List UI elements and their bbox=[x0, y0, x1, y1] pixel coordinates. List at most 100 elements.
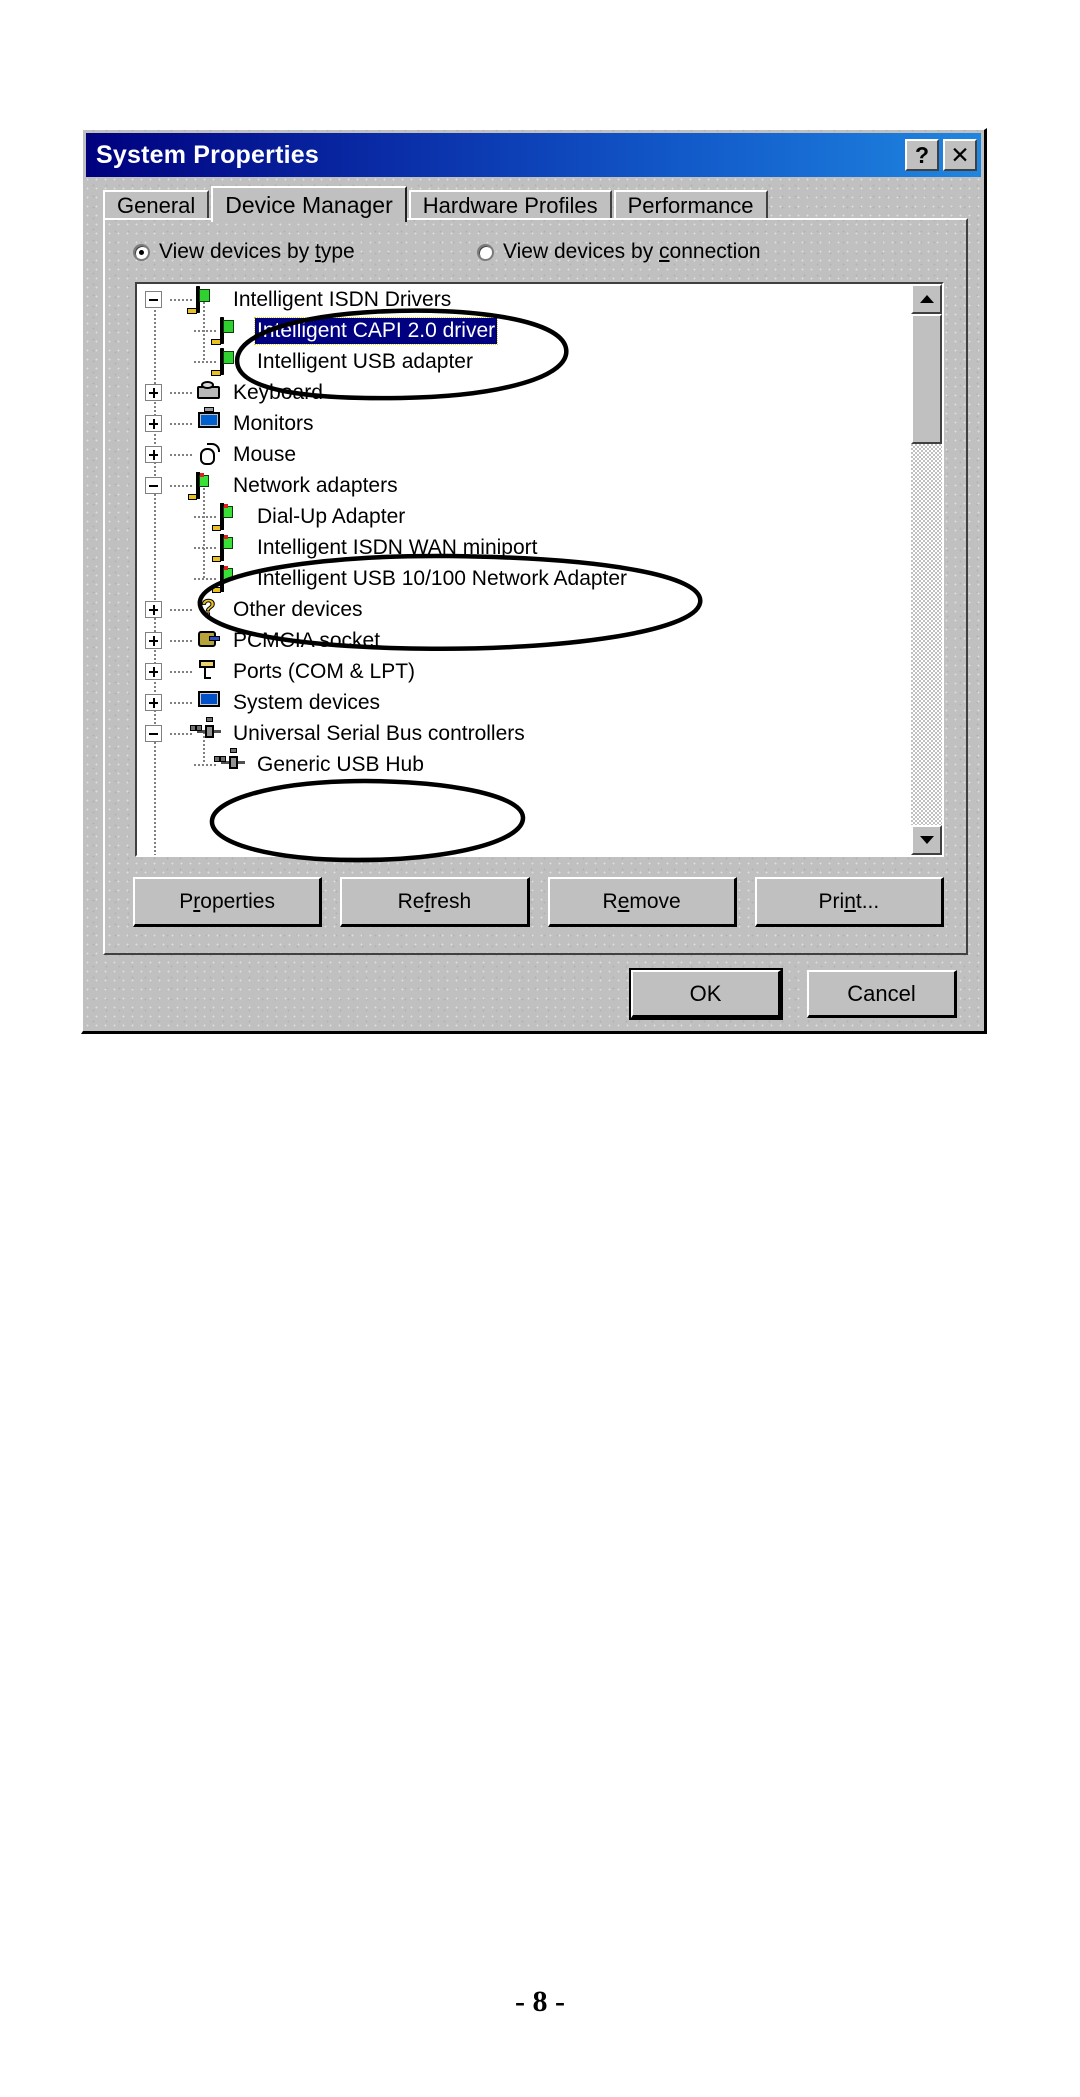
tree-node-dial-up-adapter[interactable]: Dial-Up Adapter bbox=[137, 501, 911, 532]
tree-connector bbox=[170, 484, 192, 487]
network-card-icon bbox=[220, 565, 246, 592]
usb-icon bbox=[214, 748, 246, 776]
tree-node-label: Intelligent ISDN Drivers bbox=[233, 287, 452, 311]
vertical-scrollbar[interactable] bbox=[911, 284, 942, 855]
help-button[interactable]: ? bbox=[905, 139, 939, 171]
close-button[interactable]: ✕ bbox=[943, 139, 977, 171]
view-mode-radio-group: View devices by type View devices by con… bbox=[133, 240, 952, 274]
tree-node-generic-usb-hub[interactable]: Generic USB Hub bbox=[137, 748, 911, 780]
expander-expand-icon[interactable] bbox=[145, 694, 162, 711]
tree-connector bbox=[170, 670, 192, 673]
device-tree[interactable]: Intelligent ISDN Drivers Intelligent CAP… bbox=[135, 282, 944, 857]
remove-button[interactable]: Re move bbox=[547, 877, 737, 927]
tree-connector bbox=[194, 515, 216, 518]
expander-expand-icon[interactable] bbox=[145, 384, 162, 401]
tree-node-label: Intelligent USB adapter bbox=[257, 349, 473, 373]
expander-expand-icon[interactable] bbox=[145, 601, 162, 618]
dialog-footer: OK Cancel bbox=[86, 964, 981, 1026]
usb-icon bbox=[190, 717, 222, 745]
pcmcia-icon bbox=[196, 629, 222, 652]
network-card-icon bbox=[220, 534, 246, 561]
tree-node-pcmcia-socket[interactable]: PCMCIA socket bbox=[137, 625, 911, 656]
network-card-icon bbox=[220, 503, 246, 530]
tree-node-label: Intelligent CAPI 2.0 driver bbox=[253, 316, 499, 345]
window-title: System Properties bbox=[96, 140, 319, 169]
system-icon bbox=[196, 691, 222, 714]
expander-collapse-icon[interactable] bbox=[145, 291, 162, 308]
tree-connector bbox=[194, 577, 216, 580]
radio-view-by-connection[interactable]: View devices by connection bbox=[477, 240, 761, 264]
tree-connector bbox=[170, 391, 192, 394]
expander-expand-icon[interactable] bbox=[145, 663, 162, 680]
tree-node-label: Ports (COM & LPT) bbox=[233, 659, 416, 683]
tree-connector bbox=[170, 608, 192, 611]
tree-node-usb-controllers[interactable]: Universal Serial Bus controllers bbox=[137, 717, 911, 749]
tree-node-usb-network-adapter[interactable]: Intelligent USB 10/100 Network Adapter bbox=[137, 563, 911, 594]
tree-node-label: Mouse bbox=[233, 442, 297, 466]
tree-node-ports[interactable]: Ports (COM & LPT) bbox=[137, 656, 911, 687]
tree-node-label: Keyboard bbox=[233, 380, 323, 404]
device-action-buttons: Pr operties Re f resh Re move Pri n t... bbox=[133, 877, 944, 927]
tree-node-label: Other devices bbox=[233, 597, 363, 621]
tree-connector bbox=[170, 298, 192, 301]
tree-connector bbox=[194, 763, 216, 766]
radio-indicator-connection bbox=[477, 243, 494, 261]
cancel-button[interactable]: Cancel bbox=[807, 970, 957, 1018]
question-mark-icon bbox=[196, 598, 222, 621]
tab-performance[interactable]: Performance bbox=[613, 190, 768, 220]
tree-connector bbox=[170, 732, 192, 735]
tree-node-label: Intelligent USB 10/100 Network Adapter bbox=[257, 566, 628, 590]
tree-node-isdn-wan-miniport[interactable]: Intelligent ISDN WAN miniport bbox=[137, 532, 911, 563]
radio-label-type: View devices by type bbox=[159, 240, 355, 263]
tree-node-system-devices[interactable]: System devices bbox=[137, 687, 911, 718]
mouse-icon bbox=[196, 443, 222, 466]
expander-expand-icon[interactable] bbox=[145, 446, 162, 463]
tree-node-intelligent-usb-adapter[interactable]: Intelligent USB adapter bbox=[137, 346, 911, 377]
tree-node-label: Universal Serial Bus controllers bbox=[233, 721, 525, 745]
tree-node-network-adapters[interactable]: Network adapters bbox=[137, 470, 911, 501]
isdn-card-icon bbox=[220, 348, 246, 375]
tab-hardware-profiles[interactable]: Hardware Profiles bbox=[408, 190, 612, 220]
chevron-down-icon bbox=[919, 836, 934, 844]
tree-node-mouse[interactable]: Mouse bbox=[137, 439, 911, 470]
title-bar-buttons: ? ✕ bbox=[905, 139, 977, 171]
tree-node-label: Network adapters bbox=[233, 473, 398, 497]
expander-collapse-icon[interactable] bbox=[145, 477, 162, 494]
refresh-button[interactable]: Re f resh bbox=[340, 877, 530, 927]
isdn-card-icon bbox=[220, 317, 246, 344]
expander-collapse-icon[interactable] bbox=[145, 725, 162, 742]
title-bar[interactable]: System Properties ? ✕ bbox=[86, 133, 981, 177]
properties-button[interactable]: Pr operties bbox=[133, 877, 323, 927]
print-button[interactable]: Pri n t... bbox=[754, 877, 944, 927]
tab-device-manager[interactable]: Device Manager bbox=[211, 186, 407, 222]
tree-node-intelligent-isdn-drivers[interactable]: Intelligent ISDN Drivers bbox=[137, 284, 911, 315]
tab-general[interactable]: General bbox=[103, 190, 210, 220]
tree-node-monitors[interactable]: Monitors bbox=[137, 407, 911, 439]
tree-connector bbox=[170, 701, 192, 704]
tree-node-other-devices[interactable]: Other devices bbox=[137, 594, 911, 625]
radio-indicator-type bbox=[133, 243, 150, 261]
tree-node-label: Dial-Up Adapter bbox=[257, 504, 406, 528]
expander-expand-icon[interactable] bbox=[145, 632, 162, 649]
tree-node-label: Generic USB Hub bbox=[257, 752, 424, 776]
scroll-thumb[interactable] bbox=[911, 314, 942, 444]
chevron-up-icon bbox=[919, 295, 934, 303]
system-properties-dialog: System Properties ? ✕ General Device Man… bbox=[81, 128, 987, 1034]
ok-button[interactable]: OK bbox=[629, 968, 783, 1020]
tree-node-keyboard[interactable]: Keyboard bbox=[137, 377, 911, 408]
scroll-down-button[interactable] bbox=[911, 825, 942, 855]
network-card-icon bbox=[196, 472, 222, 499]
tree-node-intelligent-capi-driver[interactable]: Intelligent CAPI 2.0 driver bbox=[137, 315, 911, 346]
tree-connector bbox=[194, 360, 216, 363]
radio-view-by-type[interactable]: View devices by type bbox=[133, 240, 355, 264]
tree-node-label: Monitors bbox=[233, 411, 314, 435]
device-tree-items: Intelligent ISDN Drivers Intelligent CAP… bbox=[137, 284, 911, 855]
tree-connector bbox=[194, 329, 216, 332]
tree-node-label: PCMCIA socket bbox=[233, 628, 381, 652]
tree-connector bbox=[194, 546, 216, 549]
tree-node-label: Intelligent ISDN WAN miniport bbox=[257, 535, 538, 559]
scroll-up-button[interactable] bbox=[911, 284, 942, 314]
tree-connector bbox=[170, 422, 192, 425]
expander-expand-icon[interactable] bbox=[145, 415, 162, 432]
tab-strip: General Device Manager Hardware Profiles… bbox=[103, 186, 968, 222]
